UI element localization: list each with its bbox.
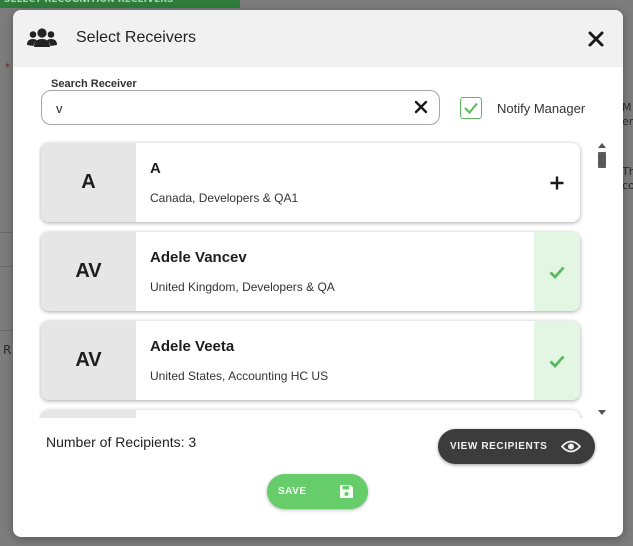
receiver-details: Canada, Developers & QA1 bbox=[150, 191, 298, 205]
select-recognition-receivers-button: SELECT RECOGNITION RECEIVERS bbox=[0, 0, 240, 8]
receiver-list: A A Canada, Developers & QA1 AV Adele Va… bbox=[39, 140, 584, 418]
notify-manager-label: Notify Manager bbox=[497, 101, 586, 116]
receiver-details: United Kingdom, Developers & QA bbox=[150, 280, 335, 294]
background-text: M bbox=[622, 101, 632, 114]
avatar bbox=[41, 410, 136, 418]
avatar: A bbox=[41, 143, 136, 222]
divider bbox=[0, 266, 14, 267]
remove-receiver-button[interactable] bbox=[534, 232, 580, 311]
separator: , bbox=[222, 369, 226, 383]
floppy-disk-icon bbox=[340, 485, 353, 498]
background-text: R bbox=[3, 343, 12, 357]
close-icon[interactable] bbox=[585, 28, 607, 50]
receiver-country: United States bbox=[150, 369, 223, 383]
receiver-department: Developers & QA1 bbox=[198, 191, 299, 205]
background-text: er bbox=[622, 115, 633, 128]
notify-manager-checkbox[interactable] bbox=[460, 97, 482, 119]
modal-title: Select Receivers bbox=[76, 29, 197, 46]
scroll-up-arrow[interactable] bbox=[598, 143, 606, 148]
view-recipients-label: VIEW RECIPIENTS bbox=[450, 441, 548, 452]
list-scrollbar[interactable] bbox=[596, 140, 608, 418]
background-text: Th bbox=[622, 165, 633, 178]
receiver-name: Adele Veeta bbox=[150, 338, 235, 355]
users-icon bbox=[27, 28, 57, 47]
check-icon bbox=[549, 355, 565, 368]
receiver-department: Accounting HC US bbox=[228, 369, 329, 383]
receiver-card[interactable]: AV Adele Vancev United Kingdom, Develope… bbox=[41, 232, 580, 311]
plus-icon bbox=[550, 176, 564, 189]
receiver-details: United States, Accounting HC US bbox=[150, 369, 328, 383]
divider bbox=[0, 330, 14, 331]
remove-receiver-button[interactable] bbox=[534, 321, 580, 400]
receiver-card[interactable]: AV Adele Veeta United States, Accounting… bbox=[41, 321, 580, 400]
avatar: AV bbox=[41, 321, 136, 400]
add-receiver-button[interactable] bbox=[534, 143, 580, 222]
search-input[interactable] bbox=[54, 97, 398, 119]
check-icon bbox=[464, 102, 478, 114]
view-recipients-button[interactable]: VIEW RECIPIENTS bbox=[438, 429, 595, 464]
search-field[interactable] bbox=[41, 90, 440, 125]
scroll-down-arrow[interactable] bbox=[598, 410, 606, 415]
clear-icon[interactable] bbox=[414, 100, 428, 114]
avatar: AV bbox=[41, 232, 136, 311]
save-button[interactable]: SAVE bbox=[267, 474, 368, 509]
save-label: SAVE bbox=[278, 486, 307, 497]
receiver-department: Developers & QA bbox=[242, 280, 335, 294]
select-receivers-modal: Select Receivers Search Receiver Notify … bbox=[13, 10, 623, 537]
receiver-name: Adele Vancev bbox=[150, 249, 247, 266]
receiver-country: Canada bbox=[150, 191, 193, 205]
recipients-count: Number of Recipients: 3 bbox=[46, 434, 197, 450]
search-label: Search Receiver bbox=[47, 78, 141, 90]
required-marker: * bbox=[5, 62, 10, 73]
receiver-country: United Kingdom bbox=[150, 280, 236, 294]
receiver-card[interactable] bbox=[41, 410, 580, 418]
check-icon bbox=[549, 266, 565, 279]
receiver-card[interactable]: A A Canada, Developers & QA1 bbox=[41, 143, 580, 222]
eye-icon bbox=[561, 440, 581, 453]
separator: , bbox=[235, 280, 239, 294]
modal-header: Select Receivers bbox=[13, 10, 623, 67]
scroll-thumb[interactable] bbox=[598, 152, 606, 168]
separator: , bbox=[192, 191, 196, 205]
background-text: co bbox=[622, 179, 633, 192]
receiver-name: A bbox=[150, 160, 161, 177]
divider bbox=[0, 232, 14, 233]
